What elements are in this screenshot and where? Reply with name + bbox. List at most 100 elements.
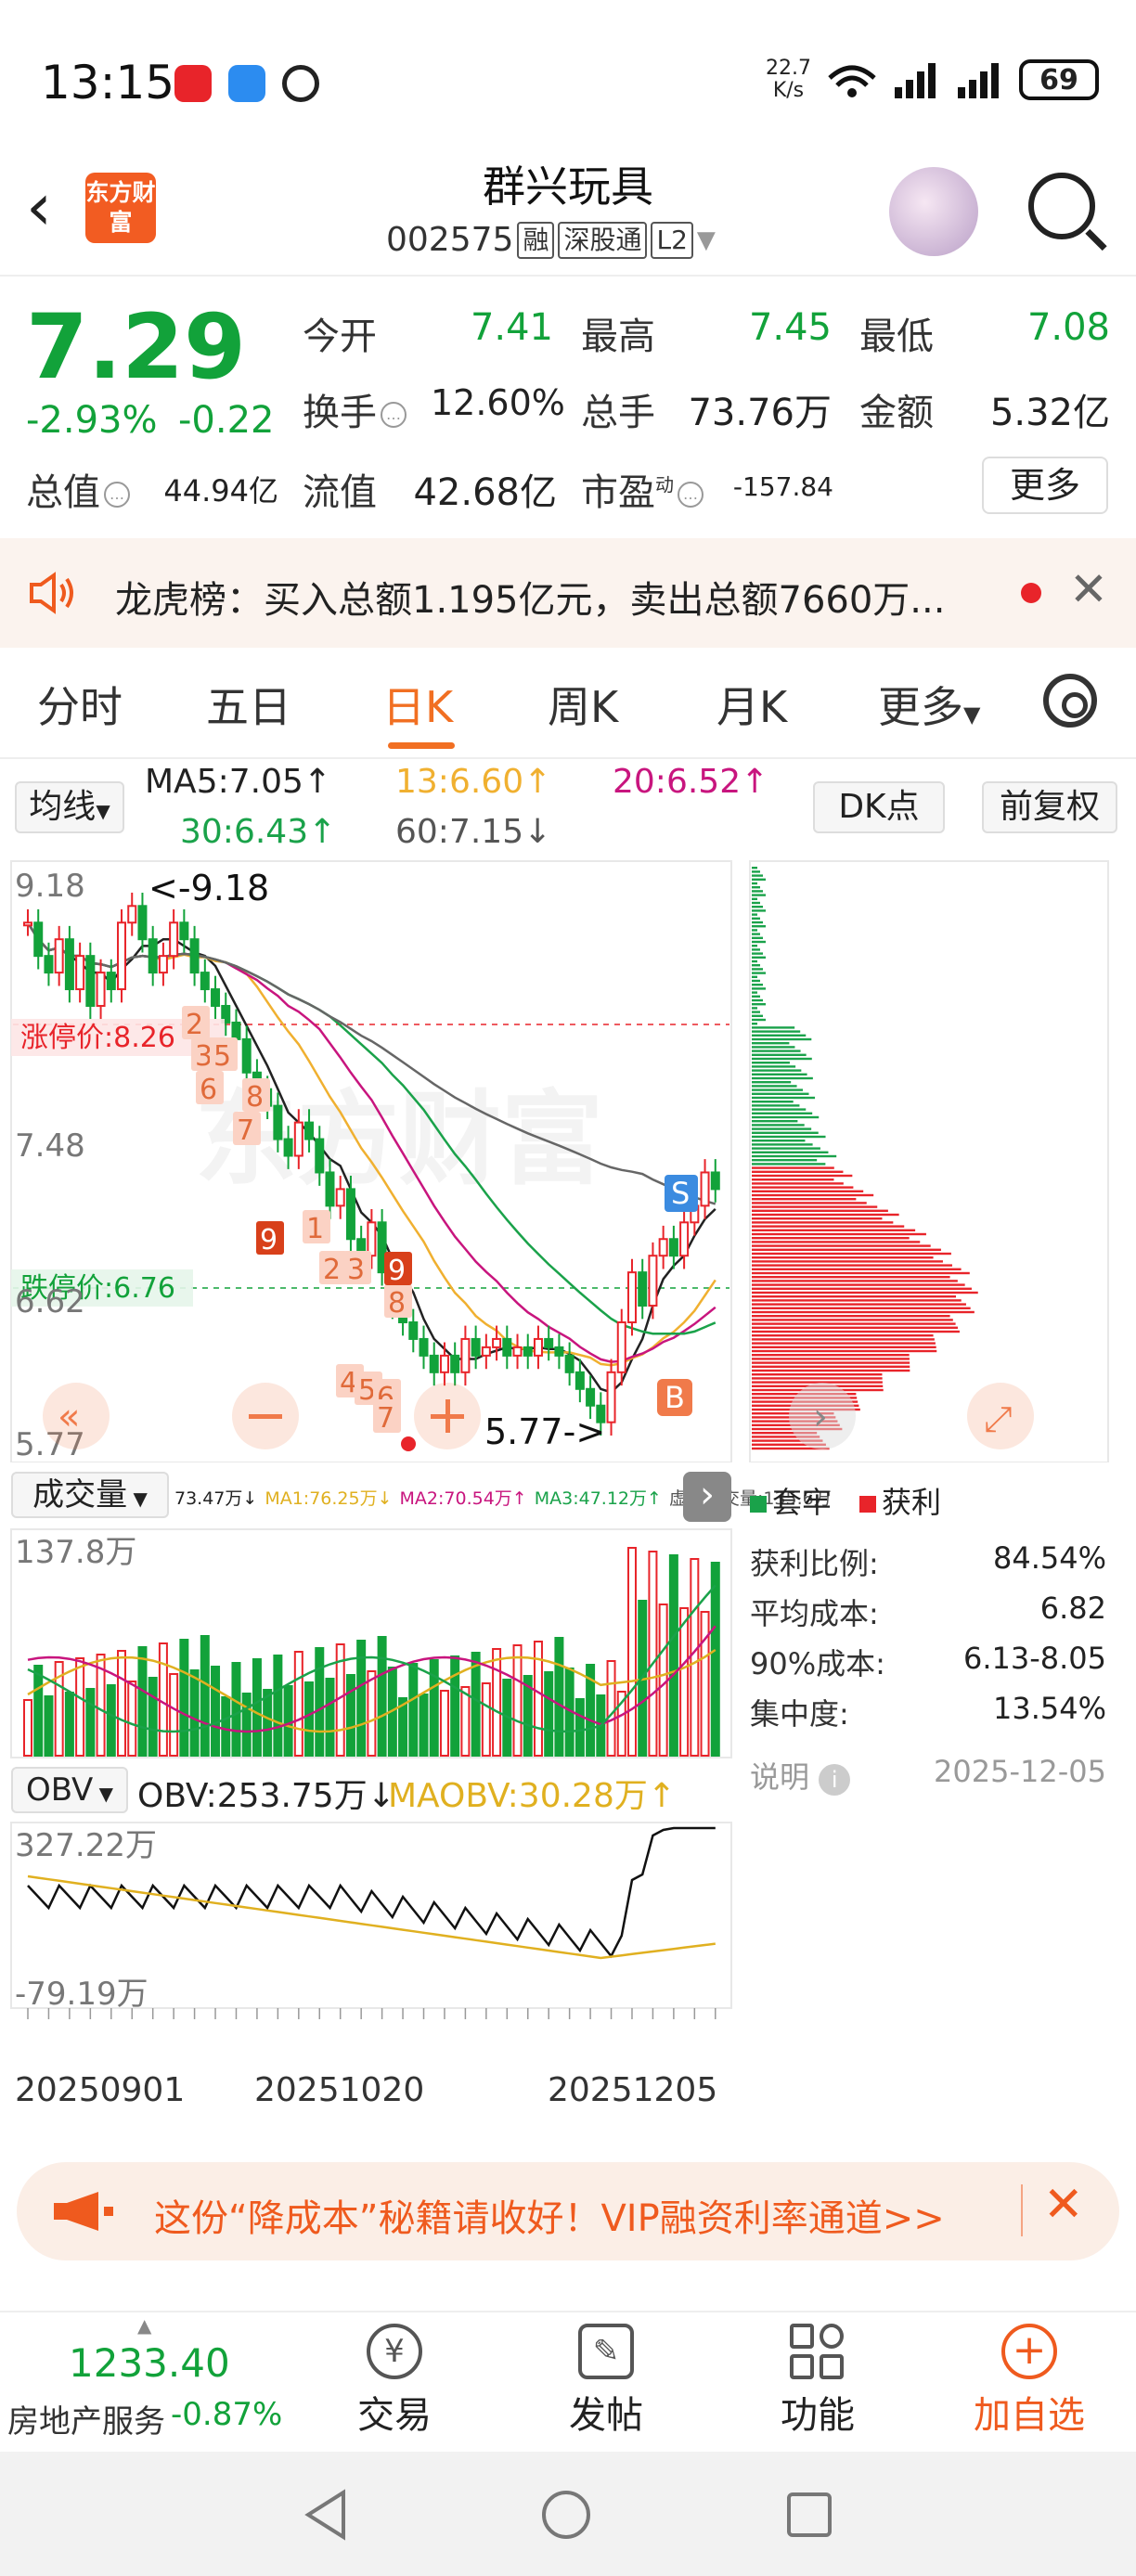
pe-value: -157.84 [732, 471, 833, 502]
volume-bar [439, 1690, 449, 1757]
td-mark: 6 [200, 1074, 217, 1106]
chip-bar [752, 987, 766, 990]
search-icon[interactable] [1028, 173, 1095, 239]
turnover-label: 换手… [303, 382, 410, 436]
candle-body [616, 1320, 626, 1373]
close-icon[interactable]: ✕ [1069, 562, 1108, 616]
grid-icon [790, 2324, 846, 2379]
chip-bar [752, 1018, 766, 1022]
sector-name[interactable]: 房地产服务 [7, 2396, 165, 2441]
volume-bar [606, 1660, 616, 1757]
chip-bar [752, 1124, 805, 1127]
buy-signal-label: B [665, 1380, 685, 1415]
chip-bar [752, 1166, 834, 1169]
candle-body [54, 938, 64, 974]
chip-bar [752, 1120, 798, 1123]
open-label: 今开 [303, 316, 377, 358]
chip-bar [752, 1140, 806, 1142]
adjust-mode-toggle[interactable]: 前复权 [982, 781, 1117, 833]
tabs-divider [0, 757, 1136, 759]
tab-five-day[interactable]: 五日 [206, 674, 291, 735]
system-nav-bar [0, 2452, 1136, 2576]
candle-body [544, 1337, 554, 1348]
candle-body [606, 1371, 616, 1423]
tab-more[interactable]: 更多▼ [878, 674, 980, 735]
dragon-tiger-banner[interactable]: 龙虎榜：买入总额1.195亿元，卖出总额7660万... ✕ [0, 538, 1136, 648]
chip-bar [752, 929, 757, 932]
candle-body [137, 905, 148, 941]
ma20-readout: 20:6.52↑ [613, 763, 769, 801]
assistant-avatar[interactable] [889, 167, 978, 256]
settings-gear-icon[interactable] [1043, 674, 1097, 728]
concentration-value: 13.54% [992, 1691, 1106, 1726]
chip-bar [752, 1330, 960, 1333]
trade-button[interactable]: ¥ 交易 [316, 2324, 473, 2439]
limit-up-label: 涨停价:8.26 [20, 1022, 175, 1054]
volume-selector[interactable]: 成交量 ▼ [11, 1472, 169, 1518]
volume-axis-top: 137.8万 [15, 1534, 136, 1571]
plus-icon-v [445, 1399, 450, 1433]
candle-body [315, 1138, 325, 1174]
promo-text: 这份“降成本”秘籍请收好！VIP融资利率通道>> [154, 2197, 945, 2240]
post-button[interactable]: ✎ 发帖 [527, 2324, 685, 2439]
info-icon[interactable]: … [381, 402, 407, 428]
volume-bar [106, 1684, 116, 1757]
stock-code-row[interactable]: 002575 融 深股通 L2 ▼ [386, 221, 716, 259]
candle-body [345, 1188, 355, 1241]
chip-bar [752, 1248, 941, 1251]
chip-bar [752, 991, 757, 994]
chip-bar [752, 1065, 796, 1068]
close-icon[interactable]: ✕ [1043, 2177, 1084, 2233]
obv-readout: OBV:253.75万↓ [137, 1777, 395, 1815]
tab-monthly-k[interactable]: 月K [716, 674, 787, 735]
ma-selector[interactable]: 均线▼ [15, 781, 124, 833]
chip-bar [752, 1101, 794, 1103]
chip-bar [752, 975, 757, 978]
nav-recents-icon[interactable] [785, 2491, 833, 2539]
obv-selector[interactable]: OBV ▼ [11, 1767, 128, 1813]
tab-intraday[interactable]: 分时 [37, 674, 123, 735]
chip-bar [752, 1062, 790, 1064]
chip-bar [752, 886, 760, 889]
chip-bar [752, 1264, 952, 1267]
promo-banner[interactable]: 这份“降成本”秘籍请收好！VIP融资利率通道>> ✕ [17, 2162, 1119, 2260]
chip-bar [752, 901, 760, 905]
more-quote-button[interactable]: 更多 [982, 457, 1108, 514]
chip-bar [752, 890, 763, 893]
functions-button[interactable]: 功能 [739, 2324, 897, 2439]
date-label-mid: 20251020 [254, 2071, 425, 2109]
obv-axis-bottom: -79.19万 [15, 1976, 148, 2013]
pe-label: 市盈动… [581, 462, 707, 516]
info-icon[interactable]: … [104, 482, 130, 508]
float-mv-value: 42.68亿 [413, 471, 557, 514]
info-icon[interactable]: … [678, 482, 704, 508]
volume-bar [273, 1655, 283, 1757]
kline-chart[interactable]: 东方财富 涨停价:8.26 跌停价:6.76 9.18 7.48 6.62 5.… [9, 859, 742, 1462]
td-mark: 2 [186, 1009, 203, 1041]
double-chevron-left-icon: « [58, 1396, 80, 1438]
volume-bar [85, 1688, 96, 1757]
chip-bar [752, 1256, 934, 1259]
candle-body [638, 1271, 648, 1307]
sector-index-value[interactable]: 1233.40 [69, 2340, 230, 2386]
bottom-toolbar: ▲ 1233.40 房地产服务 -0.87% ¥ 交易 ✎ 发帖 功能 + 加自… [0, 2311, 1136, 2452]
tab-weekly-k[interactable]: 周K [548, 674, 618, 735]
collapse-panel-button[interactable]: › [683, 1472, 731, 1522]
volume-bar [127, 1681, 137, 1757]
candle-body [502, 1337, 512, 1357]
period-high-marker: <-9.18 [148, 868, 269, 908]
nav-home-icon[interactable] [540, 2489, 592, 2541]
candle-body [512, 1346, 523, 1357]
chip-bar [752, 1046, 795, 1049]
tab-daily-k[interactable]: 日K [382, 674, 453, 735]
chip-bar [752, 1225, 905, 1228]
chip-bar [752, 936, 763, 939]
add-to-watchlist-button[interactable]: + 加自选 [950, 2324, 1108, 2439]
date-label-end: 20251205 [548, 2071, 718, 2109]
note-link[interactable]: 说明 i [750, 1754, 851, 1797]
chip-bar [752, 882, 757, 885]
nav-back-icon[interactable] [303, 2489, 349, 2541]
chip-bar [752, 1076, 813, 1080]
dk-point-toggle[interactable]: DK点 [813, 781, 945, 833]
candle-body [419, 1337, 429, 1357]
